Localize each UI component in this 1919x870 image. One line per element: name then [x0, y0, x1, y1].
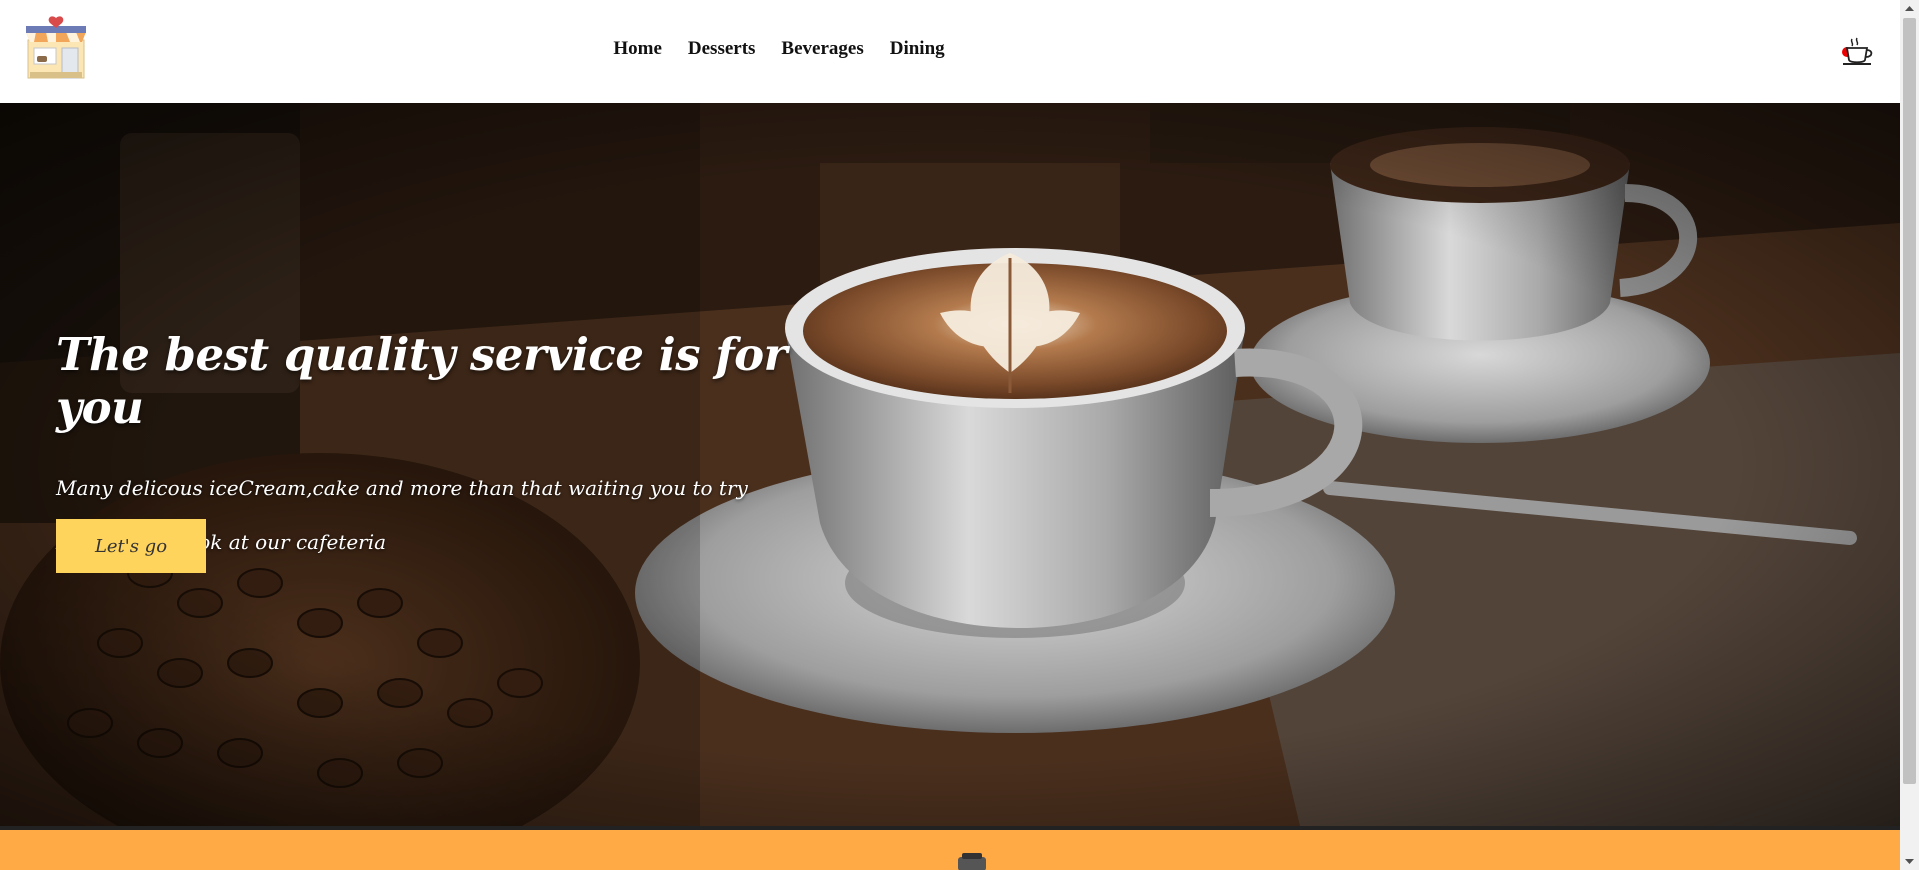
hero-subtitle: Many delicous iceCream,cake and more tha…: [56, 476, 748, 500]
nav-beverages-link[interactable]: Beverages: [781, 38, 863, 60]
lets-go-button[interactable]: Let's go: [56, 519, 206, 573]
cup-lid-icon: [958, 853, 986, 870]
hero-banner: The best quality service is for you Many…: [0, 103, 1900, 826]
page: Home Desserts Beverages Dining The best …: [0, 0, 1900, 870]
section-strip: [0, 826, 1900, 870]
navbar: Home Desserts Beverages Dining: [0, 0, 1900, 103]
nav-desserts-link[interactable]: Desserts: [688, 38, 756, 60]
coffee-cup-icon[interactable]: [1838, 36, 1876, 68]
nav-home-link[interactable]: Home: [613, 38, 662, 60]
main-nav: Home Desserts Beverages Dining: [0, 38, 1558, 60]
hero-title: The best quality service is for you: [56, 328, 787, 434]
scroll-down-arrow-icon[interactable]: [1900, 853, 1919, 870]
nav-dining-link[interactable]: Dining: [890, 38, 945, 60]
scroll-up-arrow-icon[interactable]: [1900, 0, 1919, 17]
scrollbar-thumb[interactable]: [1903, 18, 1916, 784]
